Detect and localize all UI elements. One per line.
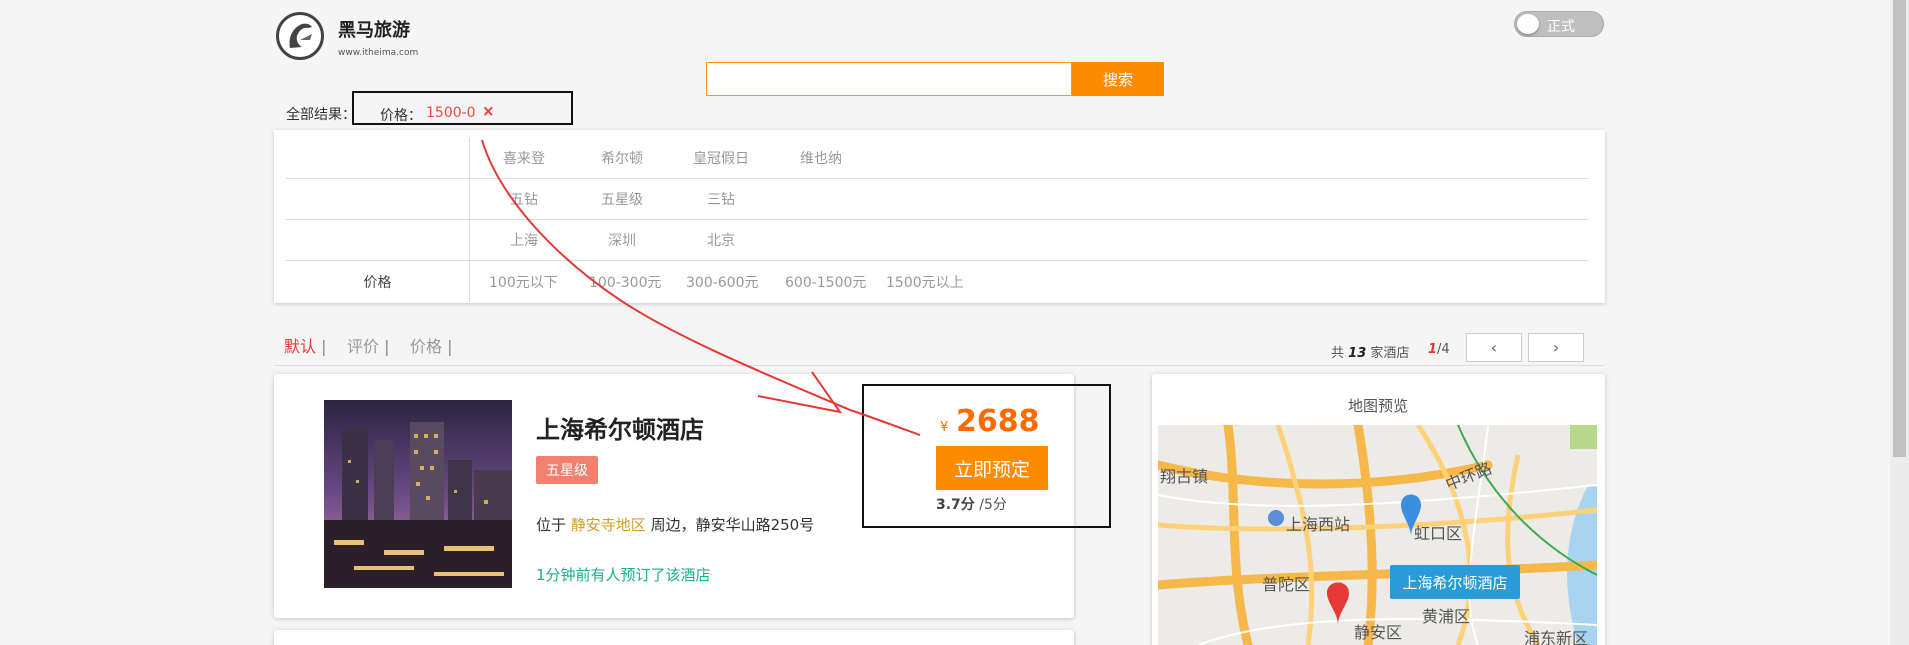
count-value: 13 xyxy=(1348,346,1367,361)
hotel-image[interactable] xyxy=(324,400,512,588)
booked-note: 1分钟前有人预订了该酒店 xyxy=(536,566,711,584)
filter-option[interactable]: 上海 xyxy=(510,220,538,260)
count-prefix: 共 xyxy=(1331,346,1345,361)
filter-option[interactable]: 1500元以上 xyxy=(886,261,964,302)
all-results-label: 全部结果： xyxy=(286,107,356,123)
divider xyxy=(274,365,1605,366)
search-input[interactable] xyxy=(706,62,1072,96)
sort-rating[interactable]: 评价 | xyxy=(347,333,390,357)
filter-option[interactable]: 三钻 xyxy=(707,179,735,219)
map-label-putuo: 普陀区 xyxy=(1262,575,1311,594)
sort-separator: | xyxy=(447,337,453,356)
scrollbar-thumb[interactable] xyxy=(1893,0,1906,457)
filter-option[interactable]: 600-1500元 xyxy=(785,261,866,302)
addr-prefix: 位于 xyxy=(536,516,567,534)
env-toggle[interactable]: 正式 xyxy=(1514,11,1604,37)
sort-default-label: 默认 xyxy=(284,337,317,356)
book-now-button[interactable]: 立即预定 xyxy=(936,446,1048,490)
hotel-name[interactable]: 上海希尔顿酒店 xyxy=(536,410,704,445)
map-label-jingan: 静安区 xyxy=(1354,623,1403,642)
filter-option[interactable]: 300-600元 xyxy=(686,261,759,302)
filter-option[interactable]: 希尔顿 xyxy=(601,138,643,178)
result-count: 共 13 家酒店 xyxy=(1331,342,1409,361)
toggle-knob xyxy=(1517,14,1539,34)
filter-key xyxy=(286,220,470,260)
map-label-pudong: 浦东新区 xyxy=(1524,629,1589,645)
chevron-right-icon: › xyxy=(1552,338,1560,357)
price-currency: ¥ xyxy=(940,420,949,435)
sort-separator: | xyxy=(384,337,390,356)
map-label-hongkou: 虹口区 xyxy=(1414,524,1463,543)
sort-price-label: 价格 xyxy=(410,337,443,356)
chevron-left-icon: ‹ xyxy=(1490,338,1498,357)
hotel-card-next xyxy=(274,630,1074,645)
filter-option[interactable]: 维也纳 xyxy=(800,138,842,178)
filter-option[interactable]: 北京 xyxy=(707,220,735,260)
sort-separator: | xyxy=(321,337,327,356)
search-button[interactable]: 搜索 xyxy=(1072,62,1164,96)
page-indicator: 1/4 xyxy=(1428,342,1450,357)
filter-option[interactable]: 五星级 xyxy=(601,179,643,219)
score-total: /5分 xyxy=(979,497,1007,513)
filter-key xyxy=(286,179,470,219)
filter-option[interactable]: 喜来登 xyxy=(503,138,545,178)
map-title: 地图预览 xyxy=(1348,397,1409,415)
map-label-town: 翔古镇 xyxy=(1160,467,1209,486)
score-value: 3.7分 xyxy=(936,497,975,513)
current-page: 1 xyxy=(1428,342,1438,357)
logo-icon[interactable] xyxy=(276,12,324,60)
filter-row-city: 上海 深圳 北京 xyxy=(286,220,1589,261)
star-badge: 五星级 xyxy=(536,456,598,484)
filter-option[interactable]: 100-300元 xyxy=(589,261,662,302)
hotel-address: 位于 静安寺地区 周边，静安华山路250号 xyxy=(536,514,814,535)
filter-row-brand: 喜来登 希尔顿 皇冠假日 维也纳 xyxy=(286,138,1589,179)
map-preview[interactable]: 翔古镇 上海西站 中环路 虹口区 普陀区 静安区 黄浦区 浦东新区 上海希尔顿酒… xyxy=(1158,425,1597,645)
filter-option[interactable]: 100元以下 xyxy=(489,261,558,302)
filter-option[interactable]: 皇冠假日 xyxy=(693,138,749,178)
brand-name[interactable]: 黑马旅游 xyxy=(338,16,410,42)
site-url: www.itheima.com xyxy=(338,48,419,58)
sort-rating-label: 评价 xyxy=(347,337,380,356)
page: 黑马旅游 www.itheima.com 正式 搜索 全部结果： 价格： 150… xyxy=(0,0,1909,645)
filter-key-price: 价格 xyxy=(286,261,470,302)
prev-page-button[interactable]: ‹ xyxy=(1466,333,1522,362)
filter-option[interactable]: 深圳 xyxy=(608,220,636,260)
map-label-huangpu: 黄浦区 xyxy=(1422,607,1471,626)
total-pages: /4 xyxy=(1437,342,1450,357)
filter-tag-label: 价格： xyxy=(380,108,422,124)
filter-row-star: 五钻 五星级 三钻 xyxy=(286,179,1589,220)
filter-row-price: 价格 100元以下 100-300元 300-600元 600-1500元 15… xyxy=(286,261,1589,302)
sort-price[interactable]: 价格 | xyxy=(410,333,453,357)
next-page-button[interactable]: › xyxy=(1528,333,1584,362)
filter-key xyxy=(286,138,470,178)
count-suffix: 家酒店 xyxy=(1370,346,1410,361)
toggle-label: 正式 xyxy=(1547,19,1575,35)
map-label-station: 上海西站 xyxy=(1286,515,1351,534)
map-hotel-tooltip[interactable]: 上海希尔顿酒店 xyxy=(1390,565,1520,599)
filter-tag-value: 1500-0 xyxy=(426,105,476,121)
addr-suffix: 周边，静安华山路250号 xyxy=(650,516,815,534)
filter-option[interactable]: 五钻 xyxy=(510,179,538,219)
hotel-score: 3.7分 /5分 xyxy=(936,494,1007,514)
sort-default[interactable]: 默认 | xyxy=(284,333,327,357)
addr-area[interactable]: 静安寺地区 xyxy=(571,516,646,534)
filter-panel: 喜来登 希尔顿 皇冠假日 维也纳 五钻 五星级 三钻 上海 深圳 北京 价格 1… xyxy=(274,130,1605,303)
filter-tag-close-icon[interactable]: × xyxy=(482,102,495,120)
price-value: 2688 xyxy=(956,404,1040,439)
